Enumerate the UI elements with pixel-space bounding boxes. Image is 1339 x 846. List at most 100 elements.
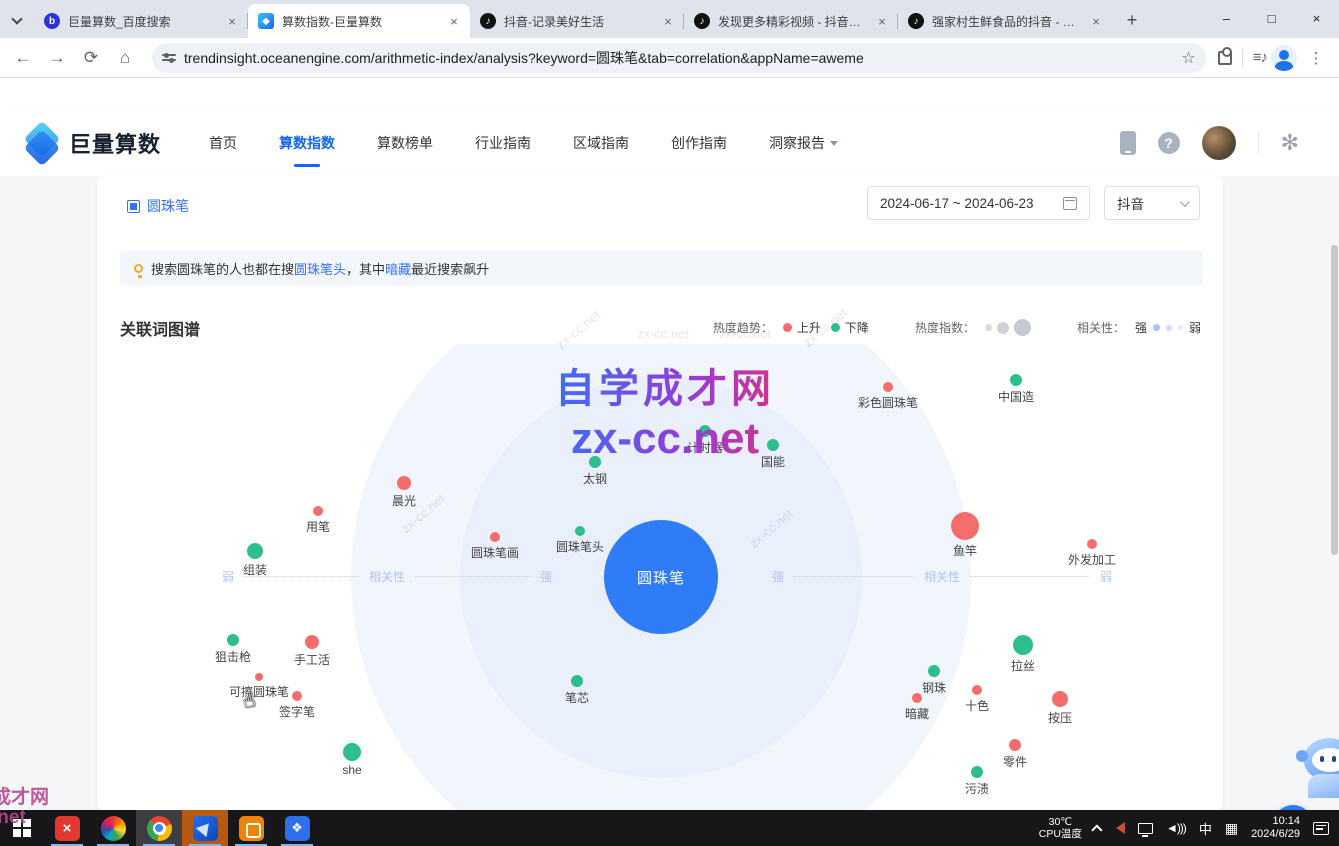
up-node-dot bbox=[1087, 539, 1097, 549]
forward-button[interactable]: → bbox=[42, 43, 72, 73]
node-label: 污渍 bbox=[965, 780, 989, 797]
header-divider bbox=[1258, 132, 1259, 154]
bookmark-star-icon[interactable]: ☆ bbox=[1181, 48, 1195, 68]
ocean-favicon: ◆ bbox=[258, 13, 274, 29]
baidu-favicon: b bbox=[44, 13, 60, 29]
url-text[interactable]: trendinsight.oceanengine.com/arithmetic-… bbox=[184, 48, 1173, 68]
platform-select[interactable]: 抖音 bbox=[1104, 186, 1200, 220]
app-orange-camera[interactable] bbox=[228, 810, 274, 846]
node-label: 计时器 bbox=[687, 439, 723, 456]
clock-time: 10:14 bbox=[1251, 815, 1300, 828]
nav-item-算数指数[interactable]: 算数指数 bbox=[279, 125, 335, 161]
volcengine-icon[interactable]: ✻ bbox=[1281, 130, 1299, 156]
back-button[interactable]: ← bbox=[8, 43, 38, 73]
browser-tab[interactable]: b 巨量算数_百度搜索 × bbox=[34, 4, 248, 38]
volume-icon[interactable]: ◄))) bbox=[1166, 821, 1186, 835]
node-label: 用笔 bbox=[306, 518, 330, 535]
nav-item-洞察报告[interactable]: 洞察报告 bbox=[769, 125, 838, 161]
faint-watermark: zx-cc.net bbox=[637, 326, 689, 341]
app-blue-pointer[interactable] bbox=[182, 810, 228, 846]
up-node-dot bbox=[1052, 691, 1068, 707]
legend-trend-label: 热度趋势： bbox=[713, 319, 773, 336]
nav-item-首页[interactable]: 首页 bbox=[209, 125, 237, 161]
date-range-picker[interactable]: 2024-06-17 ~ 2024-06-23 bbox=[867, 186, 1090, 220]
app-red-x[interactable]: × bbox=[44, 810, 90, 846]
app-color-wheel-icon bbox=[101, 816, 126, 841]
site-logo[interactable]: 巨量算数 bbox=[25, 126, 161, 160]
douyin-favicon: ♪ bbox=[480, 13, 496, 29]
muted-speaker-icon[interactable] bbox=[1116, 822, 1125, 834]
new-tab-button[interactable]: + bbox=[1118, 6, 1146, 34]
site-settings-icon[interactable] bbox=[162, 54, 176, 61]
address-bar[interactable]: trendinsight.oceanengine.com/arithmetic-… bbox=[152, 43, 1206, 73]
tab-close-icon[interactable]: × bbox=[1088, 13, 1104, 29]
network-icon[interactable] bbox=[1138, 823, 1153, 834]
tab-title: 抖音-记录美好生活 bbox=[504, 13, 652, 30]
maximize-button[interactable]: □ bbox=[1249, 0, 1294, 36]
app-chrome-icon bbox=[147, 816, 172, 841]
date-range-text: 2024-06-17 ~ 2024-06-23 bbox=[880, 196, 1053, 211]
minimize-button[interactable]: – bbox=[1204, 0, 1249, 36]
browser-tab[interactable]: ◆算数指数-巨量算数× bbox=[248, 4, 470, 38]
user-avatar[interactable] bbox=[1202, 126, 1236, 160]
node-label: 晨光 bbox=[392, 492, 416, 509]
app-chrome[interactable] bbox=[136, 810, 182, 846]
axis-label: 弱 bbox=[222, 568, 234, 585]
extensions-icon[interactable] bbox=[1218, 51, 1232, 65]
rising-word-link[interactable]: 暗藏 bbox=[385, 262, 411, 277]
browser-tab[interactable]: ♪强家村生鲜食品的抖音 - 抖音× bbox=[898, 4, 1112, 38]
page-scrollbar[interactable] bbox=[1331, 245, 1338, 555]
center-keyword-bubble[interactable]: 圆珠笔 bbox=[604, 520, 718, 634]
platform-value: 抖音 bbox=[1117, 193, 1144, 213]
touch-keyboard-icon[interactable]: ▦ bbox=[1225, 820, 1238, 837]
size-dot-large bbox=[1014, 319, 1031, 336]
tab-title: 强家村生鲜食品的抖音 - 抖音 bbox=[932, 13, 1080, 30]
mascot-robot[interactable] bbox=[1298, 730, 1339, 796]
up-node-dot bbox=[313, 506, 323, 516]
notification-center-icon[interactable] bbox=[1313, 822, 1329, 835]
nav-item-创作指南[interactable]: 创作指南 bbox=[671, 125, 727, 161]
douyin-favicon: ♪ bbox=[694, 13, 710, 29]
up-node-dot bbox=[490, 532, 500, 542]
nav-item-区域指南[interactable]: 区域指南 bbox=[573, 125, 629, 161]
related-word-link[interactable]: 圆珠笔头 bbox=[294, 262, 346, 277]
node-label: 圆珠笔画 bbox=[471, 544, 519, 561]
app-color-wheel[interactable] bbox=[90, 810, 136, 846]
browser-menu-icon[interactable]: ⋮ bbox=[1301, 43, 1331, 73]
app-blue-editor-icon: ❖ bbox=[285, 816, 310, 841]
ime-indicator[interactable]: 中 bbox=[1199, 819, 1212, 838]
app-blue-editor[interactable]: ❖ bbox=[274, 810, 320, 846]
clock-widget[interactable]: 10:14 2024/6/29 bbox=[1251, 815, 1300, 841]
tab-title: 巨量算数_百度搜索 bbox=[68, 13, 216, 30]
caret-down-icon bbox=[830, 141, 838, 146]
bulb-icon bbox=[134, 264, 143, 273]
side-panel-icon[interactable]: ≡♪ bbox=[1253, 49, 1267, 66]
browser-tab[interactable]: ♪ 抖音-记录美好生活 × bbox=[470, 4, 684, 38]
browser-tab[interactable]: ♪发现更多精彩视频 - 抖音搜索× bbox=[684, 4, 898, 38]
node-label: she bbox=[342, 763, 361, 777]
mobile-app-icon[interactable] bbox=[1120, 131, 1136, 155]
node-label: 可擦圆珠笔 bbox=[229, 683, 289, 700]
home-button[interactable]: ⌂ bbox=[110, 43, 140, 73]
down-node-dot bbox=[699, 425, 711, 437]
cpu-temp-widget[interactable]: 30℃ CPU温度 bbox=[1039, 816, 1082, 840]
tab-list-chevron-icon[interactable] bbox=[0, 4, 34, 38]
node-label: 狙击枪 bbox=[215, 648, 251, 665]
axis-label: 相关性 bbox=[924, 568, 960, 585]
close-button[interactable]: × bbox=[1294, 0, 1339, 36]
node-label: 十色 bbox=[965, 697, 989, 714]
main-nav: 首页 算数指数 算数榜单 行业指南 区域指南 创作指南 洞察报告 bbox=[209, 125, 838, 161]
tab-close-icon[interactable]: × bbox=[446, 13, 462, 29]
nav-item-行业指南[interactable]: 行业指南 bbox=[475, 125, 531, 161]
reload-button[interactable]: ⟳ bbox=[76, 43, 106, 73]
browser-profile-avatar[interactable] bbox=[1271, 45, 1297, 71]
tab-close-icon[interactable]: × bbox=[660, 13, 676, 29]
tab-close-icon[interactable]: × bbox=[874, 13, 890, 29]
tray-expand-icon[interactable] bbox=[1091, 824, 1102, 835]
help-icon[interactable]: ? bbox=[1158, 132, 1180, 154]
keyword-checkbox[interactable] bbox=[127, 200, 140, 213]
tab-close-icon[interactable]: × bbox=[224, 13, 240, 29]
keyword-chip[interactable]: 圆珠笔 bbox=[127, 196, 189, 216]
legend-down: 下降 bbox=[831, 319, 869, 336]
nav-item-算数榜单[interactable]: 算数榜单 bbox=[377, 125, 433, 161]
